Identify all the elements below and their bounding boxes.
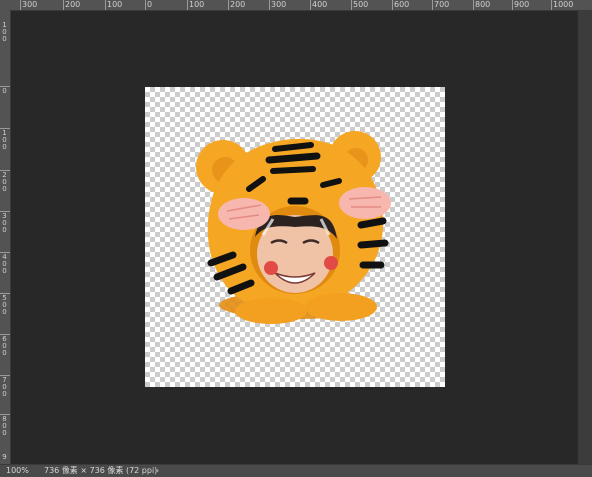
ruler-label: 9 <box>2 453 7 461</box>
ruler-tick <box>0 252 10 253</box>
ruler-label: 900 <box>514 0 530 9</box>
ruler-label: 8 0 0 <box>2 415 7 437</box>
ruler-label: 7 0 0 <box>2 376 7 398</box>
ruler-tick <box>228 0 229 10</box>
ruler-tick <box>0 293 10 294</box>
zoom-level-field[interactable]: 100% <box>6 465 32 477</box>
ruler-tick <box>0 170 10 171</box>
ruler-tick <box>351 0 352 10</box>
ruler-label: 1 0 0 <box>2 129 7 151</box>
ruler-tick <box>392 0 393 10</box>
ruler-tick <box>105 0 106 10</box>
ruler-tick <box>512 0 513 10</box>
ruler-label: 200 <box>65 0 81 9</box>
ruler-tick <box>551 0 552 10</box>
ruler-label: 200 <box>230 0 246 9</box>
ruler-tick <box>20 0 21 10</box>
ruler-label: 0 <box>147 0 153 9</box>
ruler-label: 4 0 0 <box>2 253 7 275</box>
ruler-label: 600 <box>394 0 410 9</box>
status-menu-arrow[interactable]: › <box>156 465 159 477</box>
horizontal-ruler[interactable]: 300 200 100 0 100 200 300 400 500 600 70… <box>0 0 592 11</box>
ruler-tick <box>0 334 10 335</box>
ruler-tick <box>473 0 474 10</box>
ruler-label: 300 <box>22 0 38 9</box>
document-canvas[interactable] <box>145 87 445 387</box>
ruler-tick <box>187 0 188 10</box>
ruler-tick <box>0 414 10 415</box>
ruler-tick <box>0 375 10 376</box>
ruler-tick <box>432 0 433 10</box>
left-paw <box>235 298 307 324</box>
ruler-tick <box>0 128 10 129</box>
ruler-label: 3 0 0 <box>2 212 7 234</box>
ruler-label: 500 <box>353 0 369 9</box>
ruler-tick <box>269 0 270 10</box>
ruler-label: 2 0 0 <box>2 171 7 193</box>
ruler-tick <box>0 211 10 212</box>
tiger-hood-artwork <box>196 131 391 324</box>
right-cheek-pad <box>339 187 391 219</box>
ruler-label: 300 <box>271 0 287 9</box>
ruler-label: 700 <box>434 0 450 9</box>
ruler-label: 1 0 0 <box>2 21 7 43</box>
vertical-scrollbar[interactable] <box>577 11 592 465</box>
ruler-label: 6 0 0 <box>2 335 7 357</box>
ruler-label: 800 <box>475 0 491 9</box>
ruler-tick <box>145 0 146 10</box>
vertical-ruler[interactable]: 1 0 0 0 1 0 0 2 0 0 3 0 0 4 0 0 5 0 0 6 … <box>0 10 11 465</box>
ruler-label: 100 <box>189 0 205 9</box>
document-info: 736 像素 × 736 像素 (72 ppi) <box>44 466 158 475</box>
left-cheek-pad <box>218 198 270 230</box>
ruler-tick <box>0 86 10 87</box>
ruler-label: 0 <box>2 87 7 95</box>
ruler-label: 400 <box>312 0 328 9</box>
right-paw <box>305 293 377 321</box>
ruler-tick <box>63 0 64 10</box>
ruler-label: 1000 <box>553 0 574 9</box>
ruler-tick <box>310 0 311 10</box>
ruler-label: 5 0 0 <box>2 294 7 316</box>
status-bar: 100% 736 像素 × 736 像素 (72 ppi) › <box>0 464 592 477</box>
ruler-label: 100 <box>107 0 123 9</box>
